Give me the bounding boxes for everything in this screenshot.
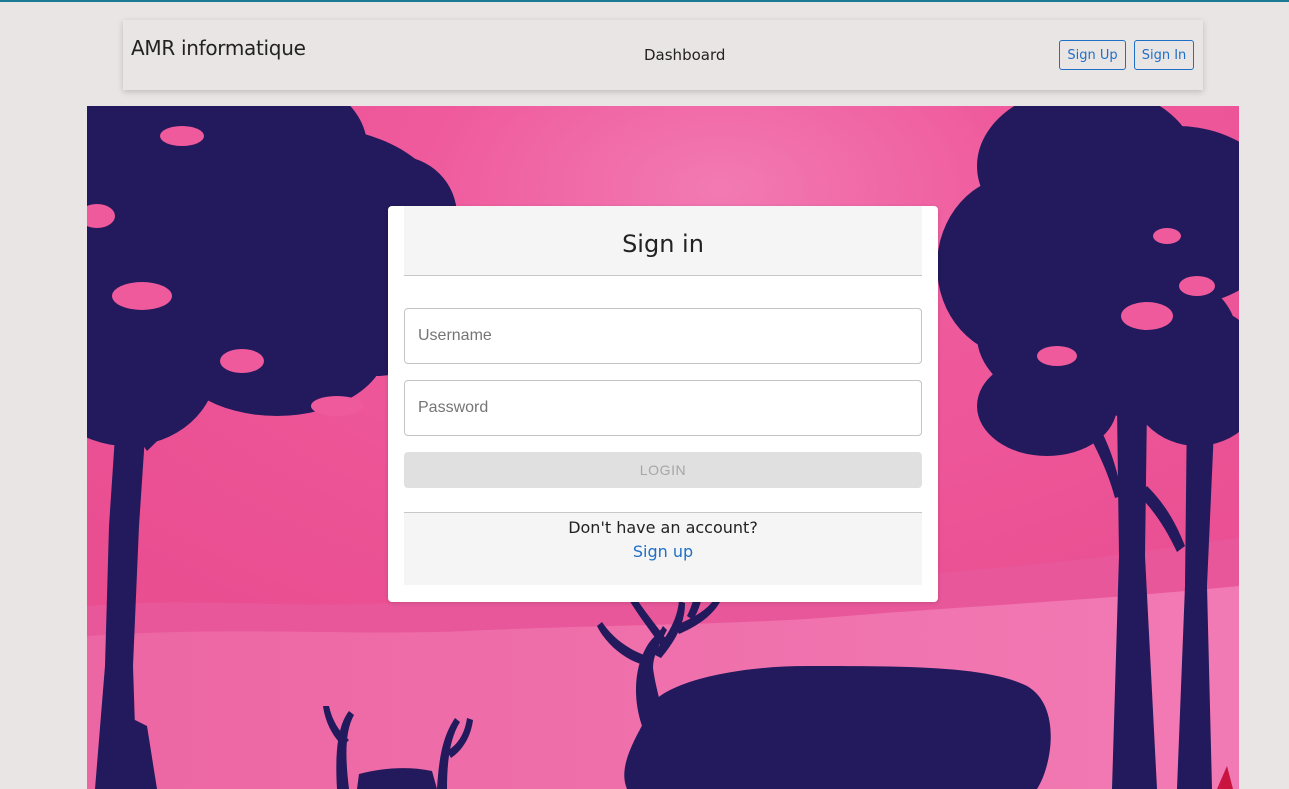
username-input[interactable] [405,309,921,363]
card-footer: Don't have an account? Sign up [404,512,922,585]
navbar: AMR informatique Dashboard Sign Up Sign … [123,20,1203,90]
signin-card: Sign in LOGIN Don't have an account? Sig… [388,206,938,602]
card-header: Sign in [404,206,922,276]
signin-button[interactable]: Sign In [1134,40,1194,70]
password-field[interactable] [404,380,922,436]
username-field[interactable] [404,308,922,364]
brand-title[interactable]: AMR informatique [131,36,306,60]
signup-link[interactable]: Sign up [404,542,922,561]
login-button[interactable]: LOGIN [404,452,922,488]
top-accent-line [0,0,1289,2]
no-account-text: Don't have an account? [568,518,758,537]
signup-button[interactable]: Sign Up [1059,40,1126,70]
signin-title: Sign in [622,230,704,258]
nav-link-dashboard[interactable]: Dashboard [644,46,725,64]
password-input[interactable] [405,381,921,435]
